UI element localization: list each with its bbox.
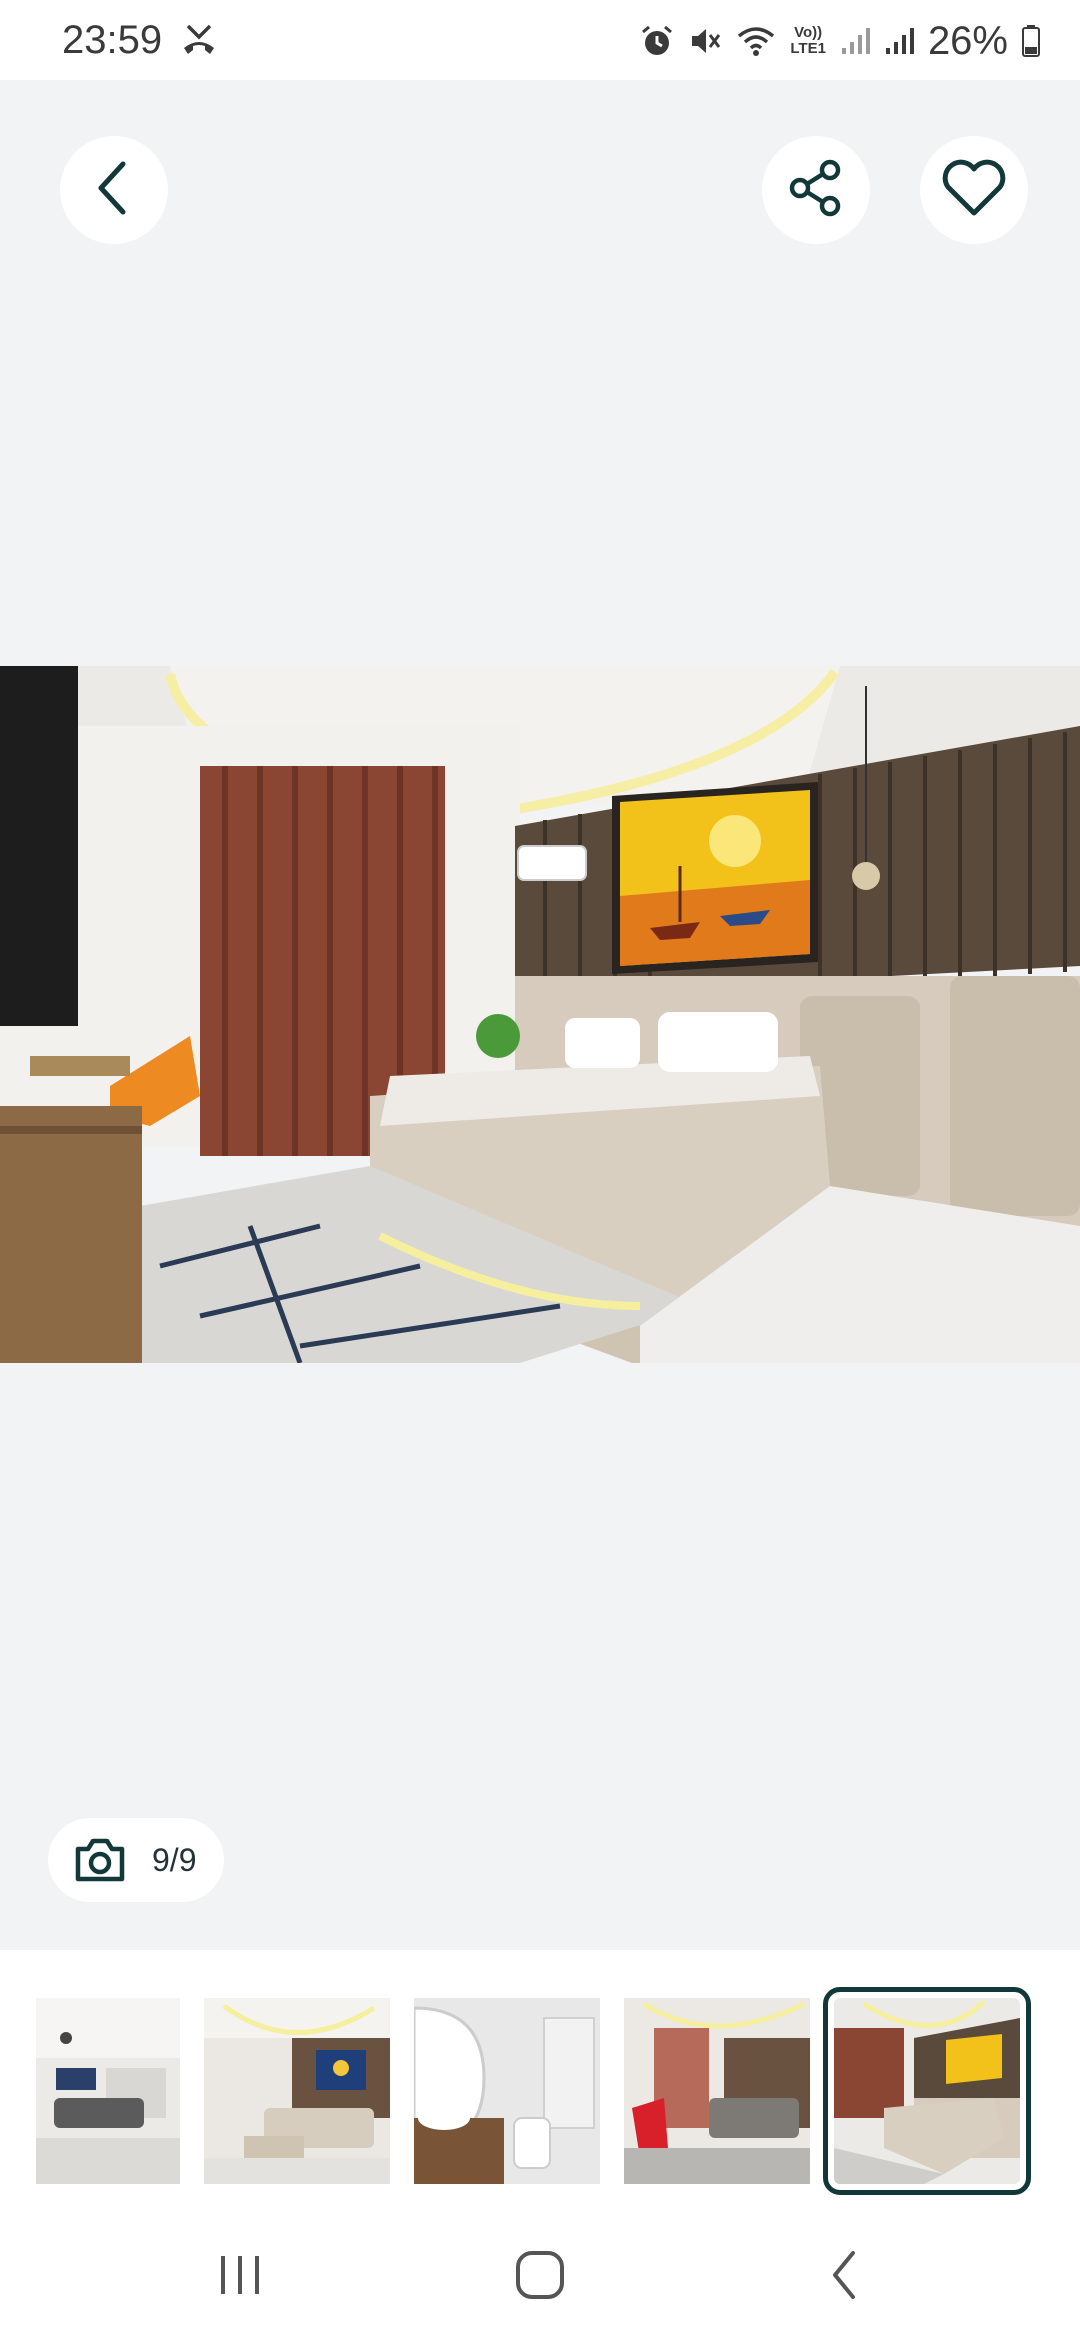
thumbnail-bedroom-yellow-painting[interactable] <box>823 1987 1031 2195</box>
lte-label: LTE1 <box>790 40 826 57</box>
thumbnail-bedroom-blue-painting[interactable] <box>204 1998 390 2184</box>
system-back-button[interactable] <box>800 2242 890 2312</box>
status-bar: 23:59 Vo)) LTE1 26% <box>0 0 1080 80</box>
wifi-icon <box>736 24 776 58</box>
back-icon <box>825 2247 865 2308</box>
status-icons: Vo)) LTE1 26% <box>640 16 1040 66</box>
heart-icon <box>940 157 1008 224</box>
thumbnail-bedroom-red-chair[interactable] <box>624 1998 810 2184</box>
photo-counter-text: 9/9 <box>152 1841 197 1878</box>
navigation-bar <box>0 2210 1080 2340</box>
battery-percentage: 26% <box>927 18 1008 63</box>
favorite-button[interactable] <box>920 136 1028 244</box>
camera-icon <box>74 1837 126 1883</box>
back-button[interactable] <box>60 136 168 244</box>
share-icon <box>786 158 846 223</box>
home-icon <box>512 2247 568 2308</box>
alarm-icon <box>640 24 674 58</box>
volte-icon: Vo)) LTE1 <box>790 25 826 57</box>
photo-viewer: 9/9 <box>0 80 1080 1950</box>
battery-icon <box>1022 25 1040 57</box>
missed-call-icon <box>180 22 218 63</box>
chevron-left-icon <box>89 158 139 223</box>
thumbnail-strip <box>0 1950 1080 2210</box>
volte-label: Vo)) <box>794 24 823 41</box>
signal-icon <box>884 26 914 56</box>
recent-apps-button[interactable] <box>195 2242 285 2312</box>
home-button[interactable] <box>495 2242 585 2312</box>
main-photo[interactable] <box>0 666 1080 1363</box>
thumbnail-bathroom[interactable] <box>414 1998 600 2184</box>
signal-icon <box>840 26 870 56</box>
recent-apps-icon <box>215 2250 265 2305</box>
mute-icon <box>688 24 722 58</box>
photo-counter[interactable]: 9/9 <box>48 1818 225 1902</box>
share-button[interactable] <box>762 136 870 244</box>
thumbnail-living-room[interactable] <box>36 1998 180 2184</box>
status-time: 23:59 <box>62 18 163 62</box>
